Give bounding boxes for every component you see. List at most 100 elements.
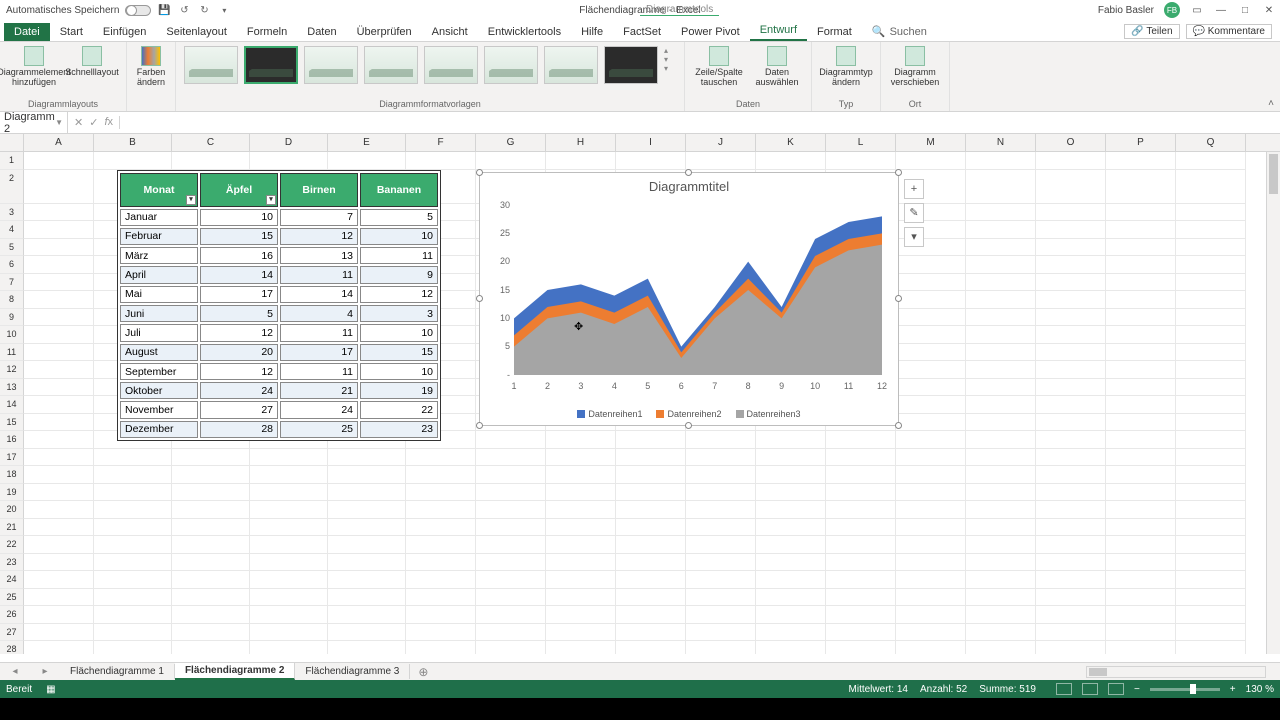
chart-style-1[interactable] <box>184 46 238 84</box>
cell[interactable] <box>966 326 1036 344</box>
cell[interactable] <box>1036 554 1106 572</box>
column-header[interactable]: I <box>616 134 686 151</box>
cell[interactable] <box>1176 414 1246 432</box>
cell[interactable] <box>24 466 94 484</box>
tab-file[interactable]: Datei <box>4 23 50 41</box>
row-header[interactable]: 2 <box>0 170 24 204</box>
cell[interactable] <box>476 519 546 537</box>
ribbon-display-icon[interactable]: ▭ <box>1190 3 1204 17</box>
cell[interactable] <box>1036 204 1106 222</box>
cell[interactable] <box>966 501 1036 519</box>
cell[interactable] <box>94 501 172 519</box>
chart-style-3[interactable] <box>304 46 358 84</box>
cell[interactable] <box>546 449 616 467</box>
row-header[interactable]: 5 <box>0 239 24 257</box>
cell[interactable] <box>1036 641 1106 654</box>
table-cell[interactable]: 14 <box>200 266 278 283</box>
cell[interactable] <box>172 641 250 654</box>
row-header[interactable]: 6 <box>0 256 24 274</box>
table-cell[interactable]: 14 <box>280 286 358 303</box>
cell[interactable] <box>1106 571 1176 589</box>
cell[interactable] <box>896 484 966 502</box>
cell[interactable] <box>250 606 328 624</box>
table-cell[interactable]: 13 <box>280 247 358 264</box>
cell[interactable] <box>686 431 756 449</box>
table-cell[interactable]: 10 <box>360 228 438 245</box>
table-header[interactable]: Monat▾ <box>120 173 198 207</box>
cell[interactable] <box>616 606 686 624</box>
cell[interactable] <box>686 624 756 642</box>
row-header[interactable]: 13 <box>0 379 24 397</box>
table-cell[interactable]: Juli <box>120 324 198 341</box>
cell[interactable] <box>1106 344 1176 362</box>
cell[interactable] <box>24 571 94 589</box>
cell[interactable] <box>328 641 406 654</box>
cell[interactable] <box>94 624 172 642</box>
cell[interactable] <box>896 641 966 654</box>
cell[interactable] <box>24 309 94 327</box>
table-cell[interactable]: 5 <box>200 305 278 322</box>
cell[interactable] <box>756 431 826 449</box>
cell[interactable] <box>756 449 826 467</box>
cell[interactable] <box>826 624 896 642</box>
cell[interactable] <box>1036 571 1106 589</box>
column-header[interactable]: K <box>756 134 826 151</box>
cell[interactable] <box>966 170 1036 204</box>
cell[interactable] <box>546 606 616 624</box>
cell[interactable] <box>328 501 406 519</box>
chart-styles-gallery[interactable]: ▴▾▾ <box>184 44 676 84</box>
sheet-tab[interactable]: Flächendiagramme 2 <box>175 663 295 680</box>
resize-handle[interactable] <box>895 295 902 302</box>
cell[interactable] <box>328 466 406 484</box>
cell[interactable] <box>328 152 406 170</box>
cell[interactable] <box>476 536 546 554</box>
share-button[interactable]: 🔗 Teilen <box>1124 24 1179 39</box>
change-chart-type-button[interactable]: Diagrammtyp ändern <box>820 46 872 88</box>
cancel-formula-icon[interactable]: ✕ <box>74 116 83 129</box>
cell[interactable] <box>24 641 94 654</box>
cell[interactable] <box>1176 589 1246 607</box>
maximize-icon[interactable]: □ <box>1238 3 1252 17</box>
table-cell[interactable]: 24 <box>280 401 358 418</box>
cell[interactable] <box>328 484 406 502</box>
cell[interactable] <box>1036 519 1106 537</box>
cell[interactable] <box>172 484 250 502</box>
column-header[interactable]: P <box>1106 134 1176 151</box>
cell[interactable] <box>896 571 966 589</box>
row-header[interactable]: 9 <box>0 309 24 327</box>
cell[interactable] <box>476 606 546 624</box>
cell[interactable] <box>966 274 1036 292</box>
cell[interactable] <box>172 624 250 642</box>
cell[interactable] <box>1176 501 1246 519</box>
cell[interactable] <box>896 624 966 642</box>
cell[interactable] <box>24 344 94 362</box>
cell[interactable] <box>1036 449 1106 467</box>
cell[interactable] <box>756 589 826 607</box>
cell[interactable] <box>1036 170 1106 204</box>
table-header[interactable]: Bananen <box>360 173 438 207</box>
row-header[interactable]: 26 <box>0 606 24 624</box>
cell[interactable] <box>546 554 616 572</box>
tab-developer[interactable]: Entwicklertools <box>478 23 571 41</box>
chart-style-8[interactable] <box>604 46 658 84</box>
cell[interactable] <box>1036 309 1106 327</box>
cell[interactable] <box>328 554 406 572</box>
cell[interactable] <box>756 152 826 170</box>
cell[interactable] <box>250 536 328 554</box>
cell[interactable] <box>1036 431 1106 449</box>
cell[interactable] <box>406 466 476 484</box>
cell[interactable] <box>966 344 1036 362</box>
cell[interactable] <box>172 536 250 554</box>
cell[interactable] <box>1106 431 1176 449</box>
cell[interactable] <box>546 431 616 449</box>
row-header[interactable]: 14 <box>0 396 24 414</box>
cell[interactable] <box>966 204 1036 222</box>
cell[interactable] <box>1036 326 1106 344</box>
cell[interactable] <box>476 641 546 654</box>
resize-handle[interactable] <box>476 169 483 176</box>
cell[interactable] <box>686 501 756 519</box>
cell[interactable] <box>756 519 826 537</box>
cell[interactable] <box>966 554 1036 572</box>
cell[interactable] <box>966 536 1036 554</box>
cell[interactable] <box>406 624 476 642</box>
